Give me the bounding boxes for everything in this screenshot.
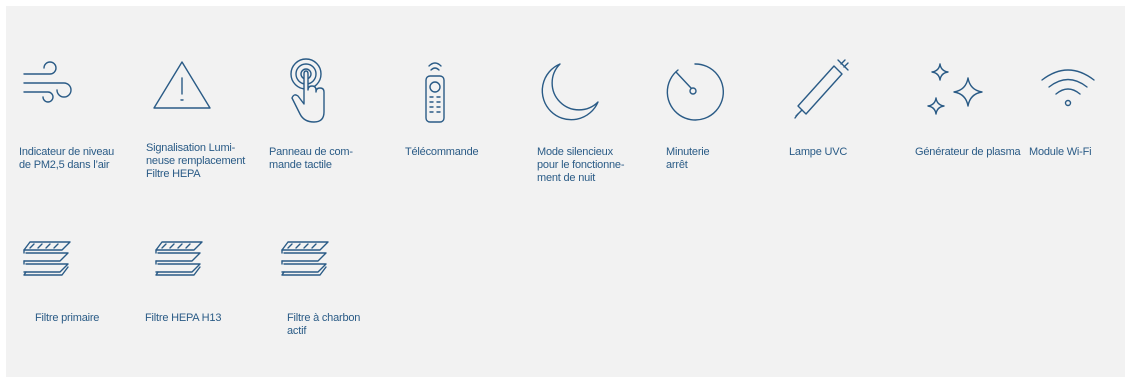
feature-label: Indicateur de niveau de PM2,5 dans l’air [19, 146, 115, 171]
feature-label: Générateur de plasma [915, 146, 1021, 158]
feature-label: Minuterie arrêt [666, 146, 710, 171]
feature-label: Filtre primaire [35, 312, 100, 324]
warning-triangle-icon [150, 58, 214, 110]
feature-label: Signalisation Lumi- neuse remplacement F… [146, 142, 246, 180]
wind-icon [20, 58, 80, 108]
filter-layers-icon [280, 238, 330, 280]
feature-label: Télécommande [405, 146, 479, 158]
remote-control-icon [420, 60, 450, 126]
uvc-lamp-icon [792, 56, 852, 122]
feature-label: Filtre HEPA H13 [145, 312, 222, 324]
feature-label: Lampe UVC [789, 146, 848, 158]
timer-icon [662, 60, 725, 122]
filter-layers-icon [22, 238, 72, 280]
sparkles-icon [922, 62, 988, 120]
feature-label: Panneau de com- mande tactile [269, 146, 353, 171]
filter-layers-icon [154, 238, 204, 280]
wifi-icon [1038, 66, 1098, 110]
feature-label: Mode silencieux pour le fonctionne- ment… [537, 146, 625, 184]
feature-label: Module Wi-Fi [1029, 146, 1092, 158]
feature-label: Filtre à charbon actif [287, 312, 361, 337]
features-panel: Indicateur de niveau de PM2,5 dans l’air… [6, 6, 1125, 377]
touch-hand-icon [284, 56, 328, 124]
moon-icon [532, 60, 602, 122]
